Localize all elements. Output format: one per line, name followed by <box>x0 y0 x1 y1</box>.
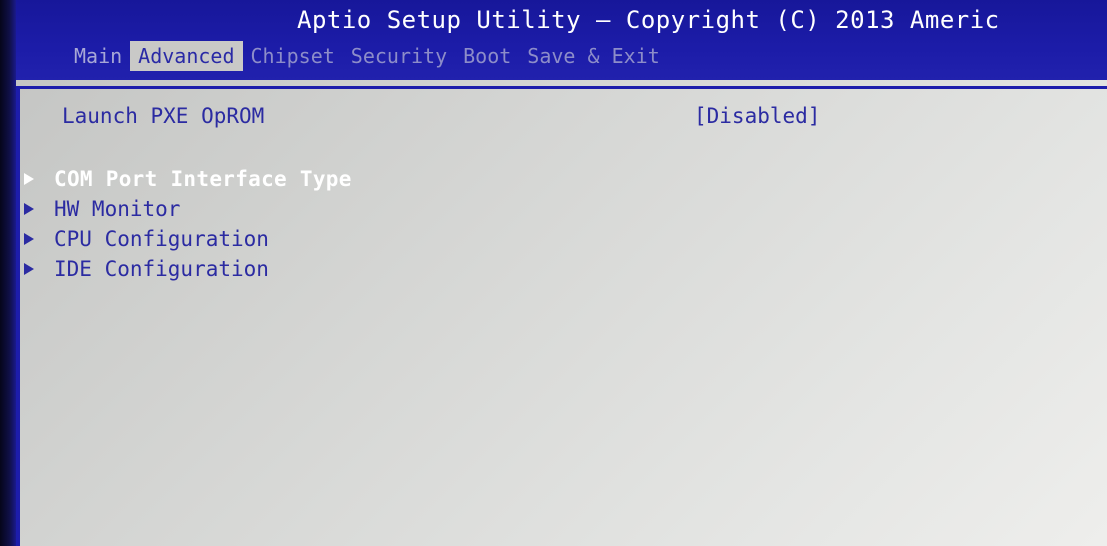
submenu-label: HW Monitor <box>54 197 181 221</box>
tab-security[interactable]: Security <box>343 41 455 71</box>
tab-save-exit[interactable]: Save & Exit <box>519 41 667 71</box>
triangle-right-icon <box>24 233 34 245</box>
submenu-label: COM Port Interface Type <box>54 167 352 191</box>
bios-screen: Aptio Setup Utility – Copyright (C) 2013… <box>0 0 1107 546</box>
tab-main[interactable]: Main <box>66 41 130 71</box>
tab-boot[interactable]: Boot <box>455 41 519 71</box>
tab-bar: Main Advanced Chipset Security Boot Save… <box>66 40 668 72</box>
submenu-cpu-configuration[interactable]: CPU Configuration <box>24 224 269 254</box>
submenu-hw-monitor[interactable]: HW Monitor <box>24 194 180 224</box>
submenu-label: IDE Configuration <box>54 257 269 281</box>
submenu-ide-configuration[interactable]: IDE Configuration <box>24 254 269 284</box>
submenu-com-port-interface-type[interactable]: COM Port Interface Type <box>24 164 352 194</box>
panel-border-top <box>16 86 1107 89</box>
triangle-right-icon <box>24 173 34 185</box>
content-panel <box>16 80 1107 546</box>
setting-value[interactable]: [Disabled] <box>694 104 820 128</box>
window-title: Aptio Setup Utility – Copyright (C) 2013… <box>297 6 1000 34</box>
triangle-right-icon <box>24 263 34 275</box>
tab-chipset[interactable]: Chipset <box>243 41 343 71</box>
triangle-right-icon <box>24 203 34 215</box>
setting-launch-pxe-oprom[interactable]: Launch PXE OpROM [Disabled] <box>62 104 1042 134</box>
tab-advanced[interactable]: Advanced <box>130 41 243 71</box>
panel-border-left <box>16 86 20 546</box>
screen-bezel <box>0 0 16 546</box>
setting-label: Launch PXE OpROM <box>62 104 265 128</box>
submenu-label: CPU Configuration <box>54 227 269 251</box>
